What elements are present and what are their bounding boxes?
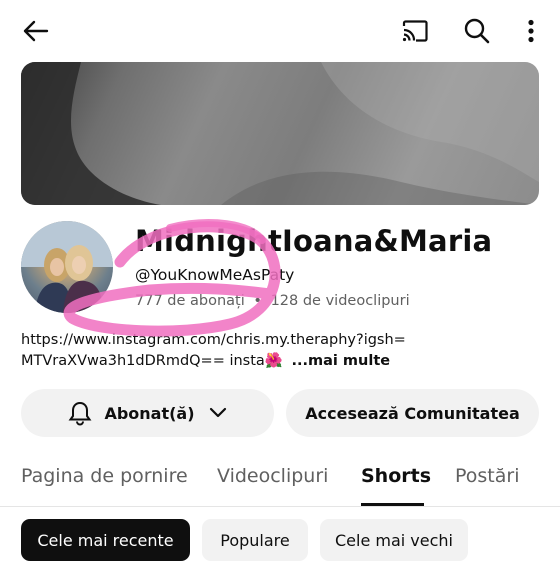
bell-icon (69, 401, 92, 426)
tabs-divider (0, 506, 560, 507)
tab-posts[interactable]: Postări (455, 465, 520, 487)
video-count: 128 de videoclipuri (270, 293, 410, 309)
channel-handle: @YouKnowMeAsPaty (135, 266, 295, 284)
chip-latest[interactable]: Cele mai recente (21, 519, 190, 561)
community-label: Accesează Comunitatea (305, 403, 520, 423)
more-link[interactable]: ...mai multe (291, 353, 390, 369)
description-line-2: MTVraXVwa3h1dDRmdQ== insta🌺 (21, 353, 283, 369)
banner-image (21, 62, 539, 205)
tab-shorts[interactable]: Shorts (361, 465, 431, 487)
community-button[interactable]: Accesează Comunitatea (286, 389, 539, 437)
back-button[interactable] (18, 16, 52, 46)
avatar-photo (21, 221, 113, 313)
search-icon (464, 18, 490, 44)
chevron-down-icon (209, 407, 226, 418)
chip-popular[interactable]: Populare (202, 519, 308, 561)
chip-oldest[interactable]: Cele mai vechi (320, 519, 468, 561)
channel-stats: 777 de abonați • 128 de videoclipuri (135, 293, 410, 309)
more-options-button[interactable] (518, 16, 544, 46)
stats-separator: • (253, 293, 262, 309)
cast-button[interactable] (399, 17, 431, 45)
more-vert-icon (528, 19, 534, 43)
channel-tabs: Pagina de pornire Videoclipuri Shorts Po… (0, 455, 560, 507)
channel-description[interactable]: https://www.instagram.com/chris.my.thera… (21, 330, 541, 372)
tab-videos[interactable]: Videoclipuri (217, 465, 328, 487)
subscribed-label: Abonat(ă) (104, 403, 195, 423)
search-button[interactable] (461, 15, 493, 47)
channel-banner (21, 62, 539, 205)
channel-name: MidnightIoana&Maria (135, 224, 493, 258)
tab-home[interactable]: Pagina de pornire (21, 465, 188, 487)
description-line-1: https://www.instagram.com/chris.my.thera… (21, 332, 406, 348)
channel-avatar[interactable] (21, 221, 113, 313)
subscriber-count: 777 de abonați (135, 293, 245, 309)
cast-icon (402, 20, 428, 42)
subscribed-button[interactable]: Abonat(ă) (21, 389, 274, 437)
back-arrow-icon (23, 20, 49, 42)
